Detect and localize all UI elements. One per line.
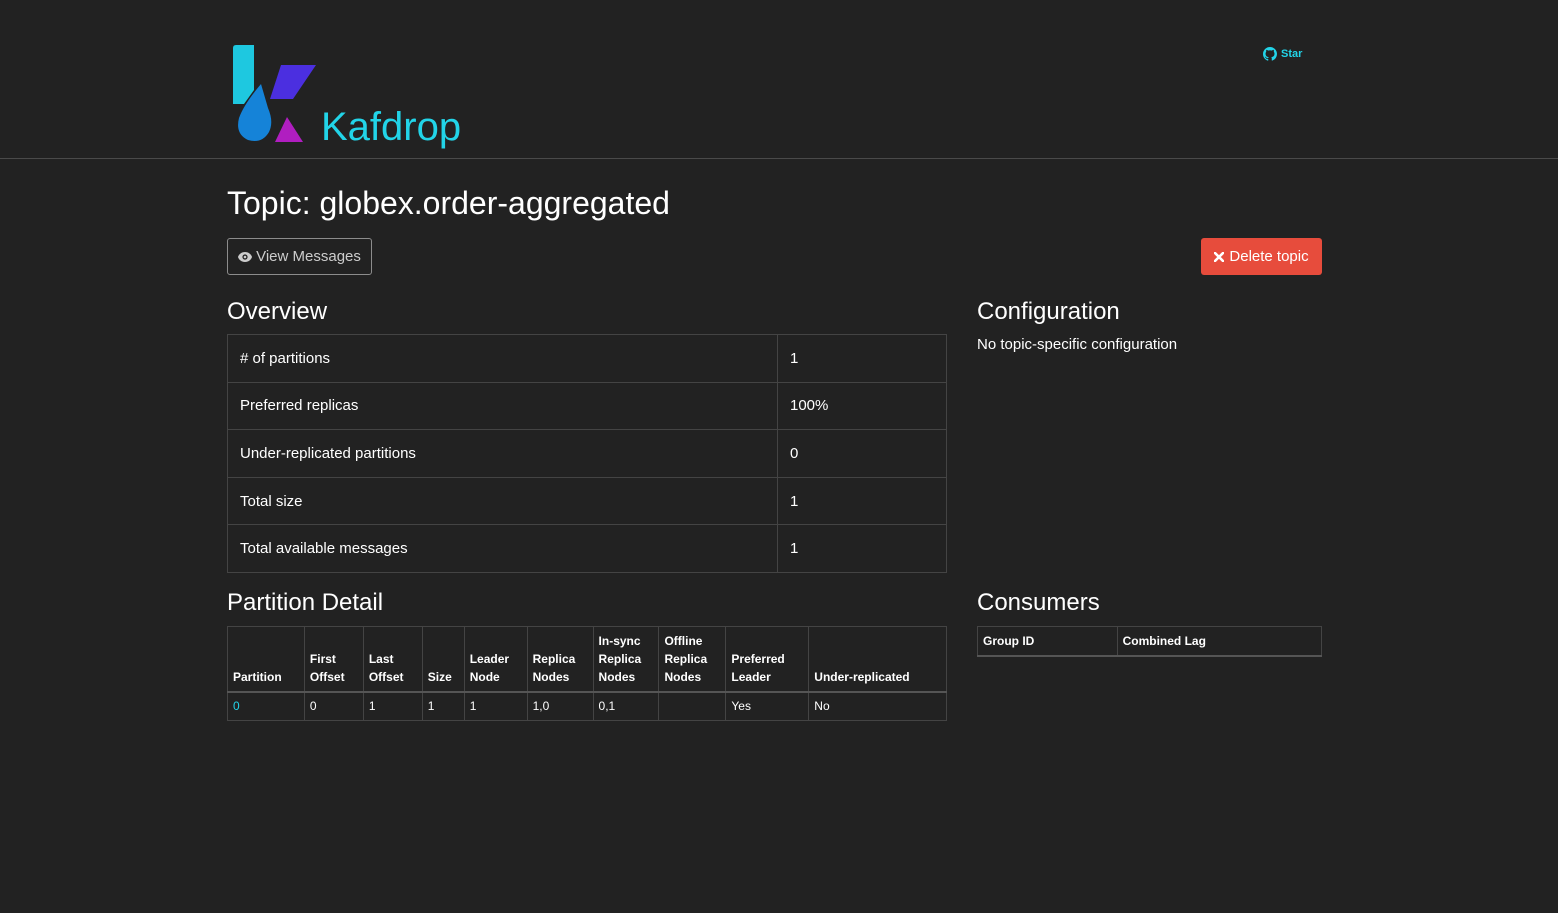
column-header-line: Replica	[664, 651, 708, 666]
column-header-line: Under-replicated	[814, 669, 910, 684]
eye-icon	[238, 251, 253, 262]
overview-heading: Overview	[227, 298, 328, 325]
overview-label: Under-replicated partitions	[227, 429, 778, 478]
table-cell: Yes	[725, 691, 810, 721]
partition-column-header[interactable]: Replica Nodes	[526, 626, 594, 693]
overview-row: Preferred replicas 100%	[227, 381, 947, 431]
delete-topic-button[interactable]: Delete topic	[1201, 238, 1322, 275]
column-header-line: Offset	[368, 669, 404, 684]
column-header-line: Leader	[731, 669, 771, 684]
partition-column-header[interactable]: First Offset	[303, 626, 364, 693]
table-cell: 0	[227, 691, 305, 721]
column-header-line: Nodes	[598, 669, 636, 684]
column-header-line: Last	[368, 651, 394, 666]
delete-topic-label: Delete topic	[1229, 248, 1309, 265]
table-row: 0 0 1 1 1 1,0 0,1 Yes No	[227, 691, 947, 721]
overview-label: Total size	[227, 476, 778, 526]
consumers-column-header[interactable]: Group ID	[977, 626, 1118, 657]
overview-row: # of partitions 1	[227, 334, 947, 383]
table-cell: 1	[463, 691, 528, 721]
table-cell: 0	[303, 691, 364, 721]
partition-column-header[interactable]: Under-replicated	[808, 626, 947, 693]
column-header-line: Node	[469, 669, 500, 684]
x-icon	[1214, 251, 1225, 262]
configuration-text: No topic-specific configuration	[977, 336, 1178, 353]
partition-column-header[interactable]: Size	[421, 626, 465, 693]
table-cell: 1	[362, 691, 423, 721]
app-header: Kafdrop Star	[0, 0, 1558, 159]
column-header-line: Offset	[309, 669, 345, 684]
overview-label: Total available messages	[227, 524, 778, 573]
column-header-line: In-sync	[598, 633, 641, 648]
consumers-table: Group ID Combined Lag	[977, 626, 1323, 657]
column-header-line: Nodes	[532, 669, 570, 684]
overview-row: Under-replicated partitions 0	[227, 429, 947, 478]
column-header-line: Replica	[598, 651, 642, 666]
kafdrop-logo-icon[interactable]	[232, 44, 318, 144]
table-cell: No	[808, 691, 947, 721]
table-cell	[658, 691, 727, 721]
overview-value: 0	[777, 429, 947, 478]
github-star-link[interactable]: Star	[1263, 47, 1302, 61]
column-header-line: Leader	[469, 651, 510, 666]
column-header-line: Nodes	[664, 669, 702, 684]
consumers-column-header[interactable]: Combined Lag	[1116, 626, 1323, 657]
overview-value: 1	[777, 476, 947, 526]
partition-detail-heading: Partition Detail	[227, 589, 384, 616]
overview-row: Total available messages 1	[227, 524, 947, 573]
brand-name[interactable]: Kafdrop	[321, 103, 461, 151]
view-messages-label: View Messages	[256, 248, 361, 265]
overview-row: Total size 1	[227, 476, 947, 526]
overview-label: # of partitions	[227, 334, 778, 383]
github-icon	[1263, 47, 1277, 61]
partition-column-header[interactable]: Partition	[227, 626, 305, 693]
partition-column-header[interactable]: Leader Node	[463, 626, 528, 693]
column-header-line: Preferred	[731, 651, 785, 666]
configuration-heading: Configuration	[977, 298, 1120, 325]
overview-value: 1	[777, 524, 947, 573]
partition-link[interactable]: 0	[233, 699, 240, 713]
partition-column-header[interactable]: Offline Replica Nodes	[658, 626, 727, 693]
overview-table: # of partitions 1 Preferred replicas 100% Un…	[227, 334, 947, 573]
partition-column-header[interactable]: In-sync Replica Nodes	[592, 626, 660, 693]
page-title: Topic: globex.order-aggregated	[227, 185, 670, 221]
column-header-line: Offline	[664, 633, 703, 648]
star-label: Star	[1281, 48, 1303, 60]
column-header-line: Partition	[233, 669, 282, 684]
view-messages-button[interactable]: View Messages	[227, 238, 372, 275]
partition-column-header[interactable]: Last Offset	[362, 626, 423, 693]
table-cell: 1	[421, 691, 465, 721]
overview-value: 100%	[777, 381, 947, 431]
table-cell: 0,1	[592, 691, 660, 721]
column-header-line: First	[309, 651, 336, 666]
consumers-heading: Consumers	[977, 589, 1100, 616]
partition-table: Partition First Offset Last Offset Size Leader…	[227, 626, 947, 721]
overview-label: Preferred replicas	[227, 381, 778, 431]
overview-value: 1	[777, 334, 947, 383]
partition-column-header[interactable]: Preferred Leader	[725, 626, 810, 693]
column-header-line: Size	[427, 669, 452, 684]
column-header-line: Replica	[532, 651, 576, 666]
table-cell: 1,0	[526, 691, 594, 721]
